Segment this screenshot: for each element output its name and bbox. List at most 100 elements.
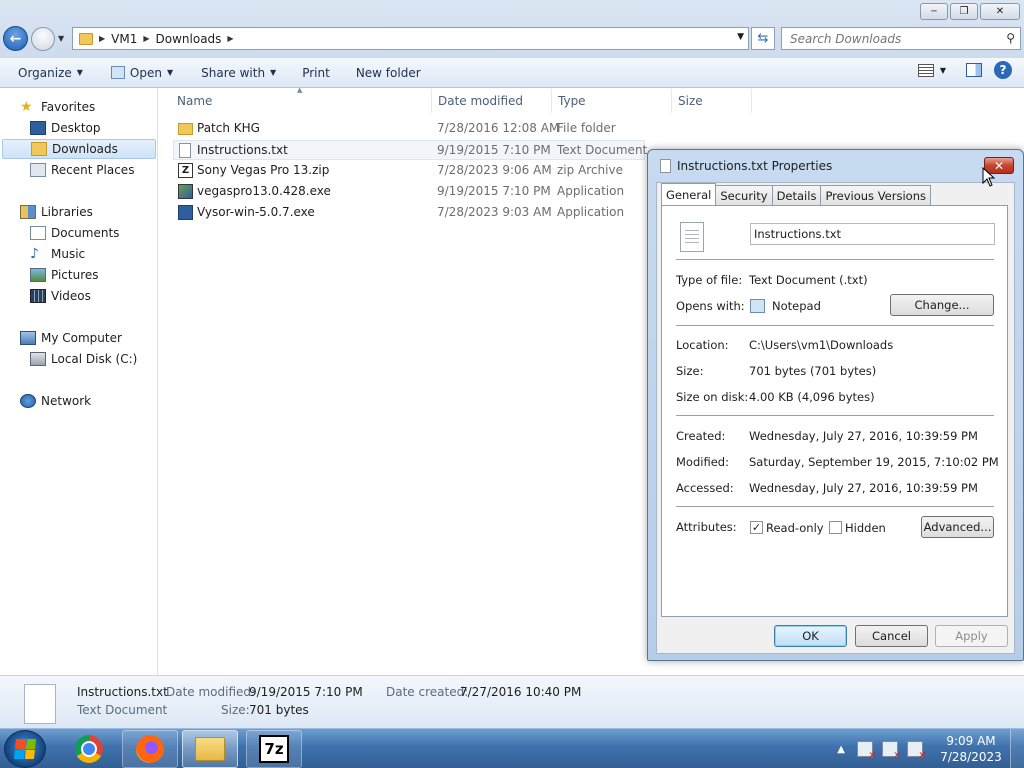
documents-icon xyxy=(30,226,46,240)
search-input[interactable] xyxy=(790,31,990,46)
breadcrumb-separator-icon[interactable]: ▶ xyxy=(143,34,149,43)
forward-button[interactable] xyxy=(31,27,55,51)
print-button[interactable]: Print xyxy=(294,61,338,85)
change-button[interactable]: Change... xyxy=(890,294,994,316)
file-row[interactable]: Z Sony Vegas Pro 13.zip 7/28/2023 9:06 A… xyxy=(173,161,645,181)
apply-button[interactable]: Apply xyxy=(935,625,1008,647)
recent-places-icon xyxy=(30,163,46,177)
chevron-down-icon: ▼ xyxy=(76,68,83,77)
text-document-icon xyxy=(680,222,704,252)
chevron-down-icon[interactable]: ▼ xyxy=(940,66,946,75)
notepad-icon xyxy=(110,66,125,79)
help-icon[interactable]: ? xyxy=(994,61,1012,79)
chevron-down-icon: ▼ xyxy=(270,68,277,77)
cancel-button[interactable]: Cancel xyxy=(855,625,928,647)
tab-details[interactable]: Details xyxy=(771,185,822,205)
organize-button[interactable]: Organize ▼ xyxy=(10,61,91,85)
new-folder-button[interactable]: New folder xyxy=(348,61,429,85)
tab-previous-versions[interactable]: Previous Versions xyxy=(820,185,931,205)
tab-general[interactable]: General xyxy=(661,183,717,205)
sidebar-item-desktop[interactable]: Desktop xyxy=(30,118,101,138)
dialog-body: General Security Details Previous Versio… xyxy=(656,182,1015,654)
ok-button[interactable]: OK xyxy=(774,625,847,647)
file-row[interactable]: vegaspro13.0.428.exe 9/19/2015 7:10 PM A… xyxy=(173,182,645,202)
advanced-button[interactable]: Advanced... xyxy=(921,516,994,538)
network-status-icon[interactable] xyxy=(882,741,901,761)
chrome-icon xyxy=(75,735,103,763)
show-hidden-icons-icon[interactable]: ▲ xyxy=(837,744,845,755)
sidebar-item-libraries[interactable]: Libraries xyxy=(20,202,93,222)
sidebar-item-network[interactable]: Network xyxy=(20,391,91,411)
firefox-icon xyxy=(136,735,164,763)
volume-icon[interactable] xyxy=(907,741,926,761)
close-window-button[interactable]: ✕ xyxy=(980,3,1020,20)
zip-archive-icon: Z xyxy=(178,163,193,178)
taskbar: 7z ▲ 9:09 AM 7/28/2023 xyxy=(0,728,1024,768)
column-header-type[interactable]: Type xyxy=(552,89,672,113)
details-date-modified: 9/19/2015 7:10 PM xyxy=(249,685,363,699)
taskbar-firefox[interactable] xyxy=(122,730,178,768)
star-icon: ★ xyxy=(20,99,33,115)
sidebar-item-my-computer[interactable]: My Computer xyxy=(20,328,122,348)
sidebar-item-videos[interactable]: Videos xyxy=(30,286,91,306)
hidden-checkbox[interactable] xyxy=(829,521,842,534)
show-desktop-button[interactable] xyxy=(1010,729,1024,768)
sidebar-item-music[interactable]: ♪ Music xyxy=(30,244,85,264)
column-header-date-modified[interactable]: Date modified xyxy=(432,89,552,113)
sidebar-item-local-disk[interactable]: Local Disk (C:) xyxy=(30,349,137,369)
file-row[interactable]: Vysor-win-5.0.7.exe 7/28/2023 9:03 AM Ap… xyxy=(173,203,645,223)
search-box[interactable]: ⚲ xyxy=(781,27,1021,50)
windows-logo-icon xyxy=(13,739,37,759)
column-header-name[interactable]: Name xyxy=(171,89,432,113)
preview-pane-icon[interactable] xyxy=(966,63,982,77)
minimize-button[interactable]: ─ xyxy=(920,3,948,20)
sidebar-item-documents[interactable]: Documents xyxy=(30,223,119,243)
recent-pages-dropdown[interactable]: ▼ xyxy=(58,34,64,43)
address-dropdown-icon[interactable]: ▼ xyxy=(737,32,744,42)
toolbar-right: ▼ ? xyxy=(917,61,1024,79)
music-icon: ♪ xyxy=(30,246,39,262)
open-button[interactable]: Open ▼ xyxy=(103,61,181,85)
breadcrumb-separator-icon[interactable]: ▶ xyxy=(227,34,233,43)
network-icon xyxy=(20,394,36,408)
clock[interactable]: 9:09 AM 7/28/2023 xyxy=(932,733,1010,765)
taskbar-7zip[interactable]: 7z xyxy=(246,730,302,768)
taskbar-chrome[interactable] xyxy=(61,730,117,768)
refresh-button[interactable]: ⇆ xyxy=(751,27,775,50)
tab-security[interactable]: Security xyxy=(715,185,773,205)
created-value: Wednesday, July 27, 2016, 10:39:59 PM xyxy=(749,429,978,443)
divider xyxy=(676,325,994,326)
accessed-value: Wednesday, July 27, 2016, 10:39:59 PM xyxy=(749,481,978,495)
breadcrumb-vm1[interactable]: VM1 xyxy=(111,32,137,46)
file-row[interactable]: Patch KHG 7/28/2016 12:08 AM File folder xyxy=(173,119,645,139)
file-name-field[interactable] xyxy=(750,223,995,245)
sidebar-item-favorites[interactable]: ★ Favorites xyxy=(20,97,95,117)
start-button[interactable] xyxy=(4,730,46,768)
sidebar-item-pictures[interactable]: Pictures xyxy=(30,265,99,285)
share-with-button[interactable]: Share with ▼ xyxy=(193,61,284,85)
change-view-icon[interactable] xyxy=(917,63,934,77)
address-bar[interactable]: ▶ VM1 ▶ Downloads ▶ ▼ xyxy=(72,27,749,50)
file-row-selected[interactable]: Instructions.txt 9/19/2015 7:10 PM Text … xyxy=(173,140,647,160)
details-file-type: Text Document xyxy=(77,703,168,717)
pictures-icon xyxy=(30,268,46,282)
sidebar-item-recent-places[interactable]: Recent Places xyxy=(30,160,134,180)
dialog-tabs: General Security Details Previous Versio… xyxy=(661,183,931,205)
text-document-icon xyxy=(660,159,671,173)
desktop-icon xyxy=(30,121,46,135)
taskbar-explorer[interactable] xyxy=(182,730,238,768)
maximize-button[interactable]: ❐ xyxy=(950,3,978,20)
divider xyxy=(676,506,994,507)
breadcrumb-downloads[interactable]: Downloads xyxy=(156,32,222,46)
read-only-checkbox[interactable]: ✓ xyxy=(750,521,763,534)
details-date-created: 7/27/2016 10:40 PM xyxy=(460,685,582,699)
properties-dialog: Instructions.txt Properties ✕ General Se… xyxy=(647,149,1024,661)
back-button[interactable]: ← xyxy=(3,26,28,51)
breadcrumb-separator-icon[interactable]: ▶ xyxy=(99,34,105,43)
command-bar: Organize ▼ Open ▼ Share with ▼ Print New fo… xyxy=(0,58,1024,88)
sidebar-item-downloads[interactable]: Downloads xyxy=(2,139,156,159)
local-disk-icon xyxy=(30,352,46,366)
column-header-size[interactable]: Size xyxy=(672,89,752,113)
search-icon[interactable]: ⚲ xyxy=(1006,31,1015,45)
action-center-icon[interactable] xyxy=(857,741,876,761)
